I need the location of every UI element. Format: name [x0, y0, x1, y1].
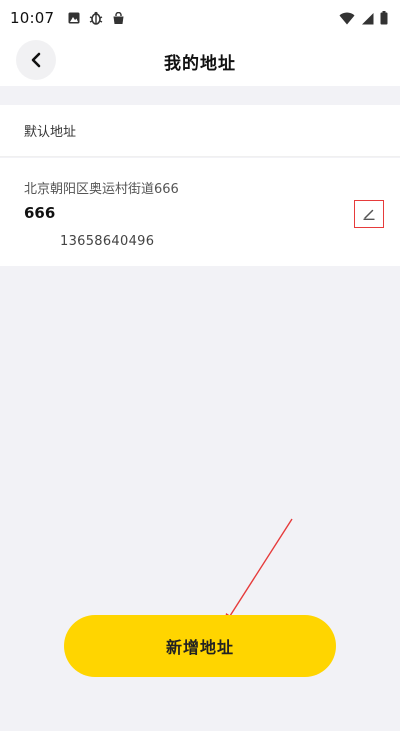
address-line: 北京朝阳区奥运村街道666: [24, 182, 179, 197]
add-address-label: 新增地址: [165, 640, 234, 657]
address-name: 666: [24, 204, 56, 222]
wifi-icon: [339, 12, 355, 25]
header: 我的地址: [0, 36, 400, 86]
back-button[interactable]: [16, 40, 56, 80]
gallery-icon: [68, 12, 80, 24]
status-icons-left: [68, 11, 125, 25]
address-phone: 13658640496: [60, 234, 155, 249]
shopping-bag-icon: [112, 11, 125, 25]
battery-icon: [380, 11, 388, 25]
pencil-icon: [362, 207, 376, 221]
app-screen: 10:07 我的地址 默认地址 北京朝阳区奥运村街道666 666 136586…: [0, 0, 400, 731]
status-bar: 10:07: [0, 0, 400, 36]
default-address-section: 默认地址: [0, 105, 400, 157]
status-icons-right: [339, 11, 388, 25]
section-label: 默认地址: [24, 125, 77, 140]
chevron-left-icon: [29, 52, 43, 68]
add-address-button[interactable]: 新增地址: [64, 615, 336, 677]
signal-icon: [361, 12, 374, 25]
bug-icon: [89, 11, 103, 25]
address-card[interactable]: 北京朝阳区奥运村街道666 666 13658640496: [0, 158, 400, 266]
edit-address-button[interactable]: [354, 200, 384, 228]
status-time: 10:07: [10, 9, 55, 27]
page-title: 我的地址: [164, 53, 236, 74]
